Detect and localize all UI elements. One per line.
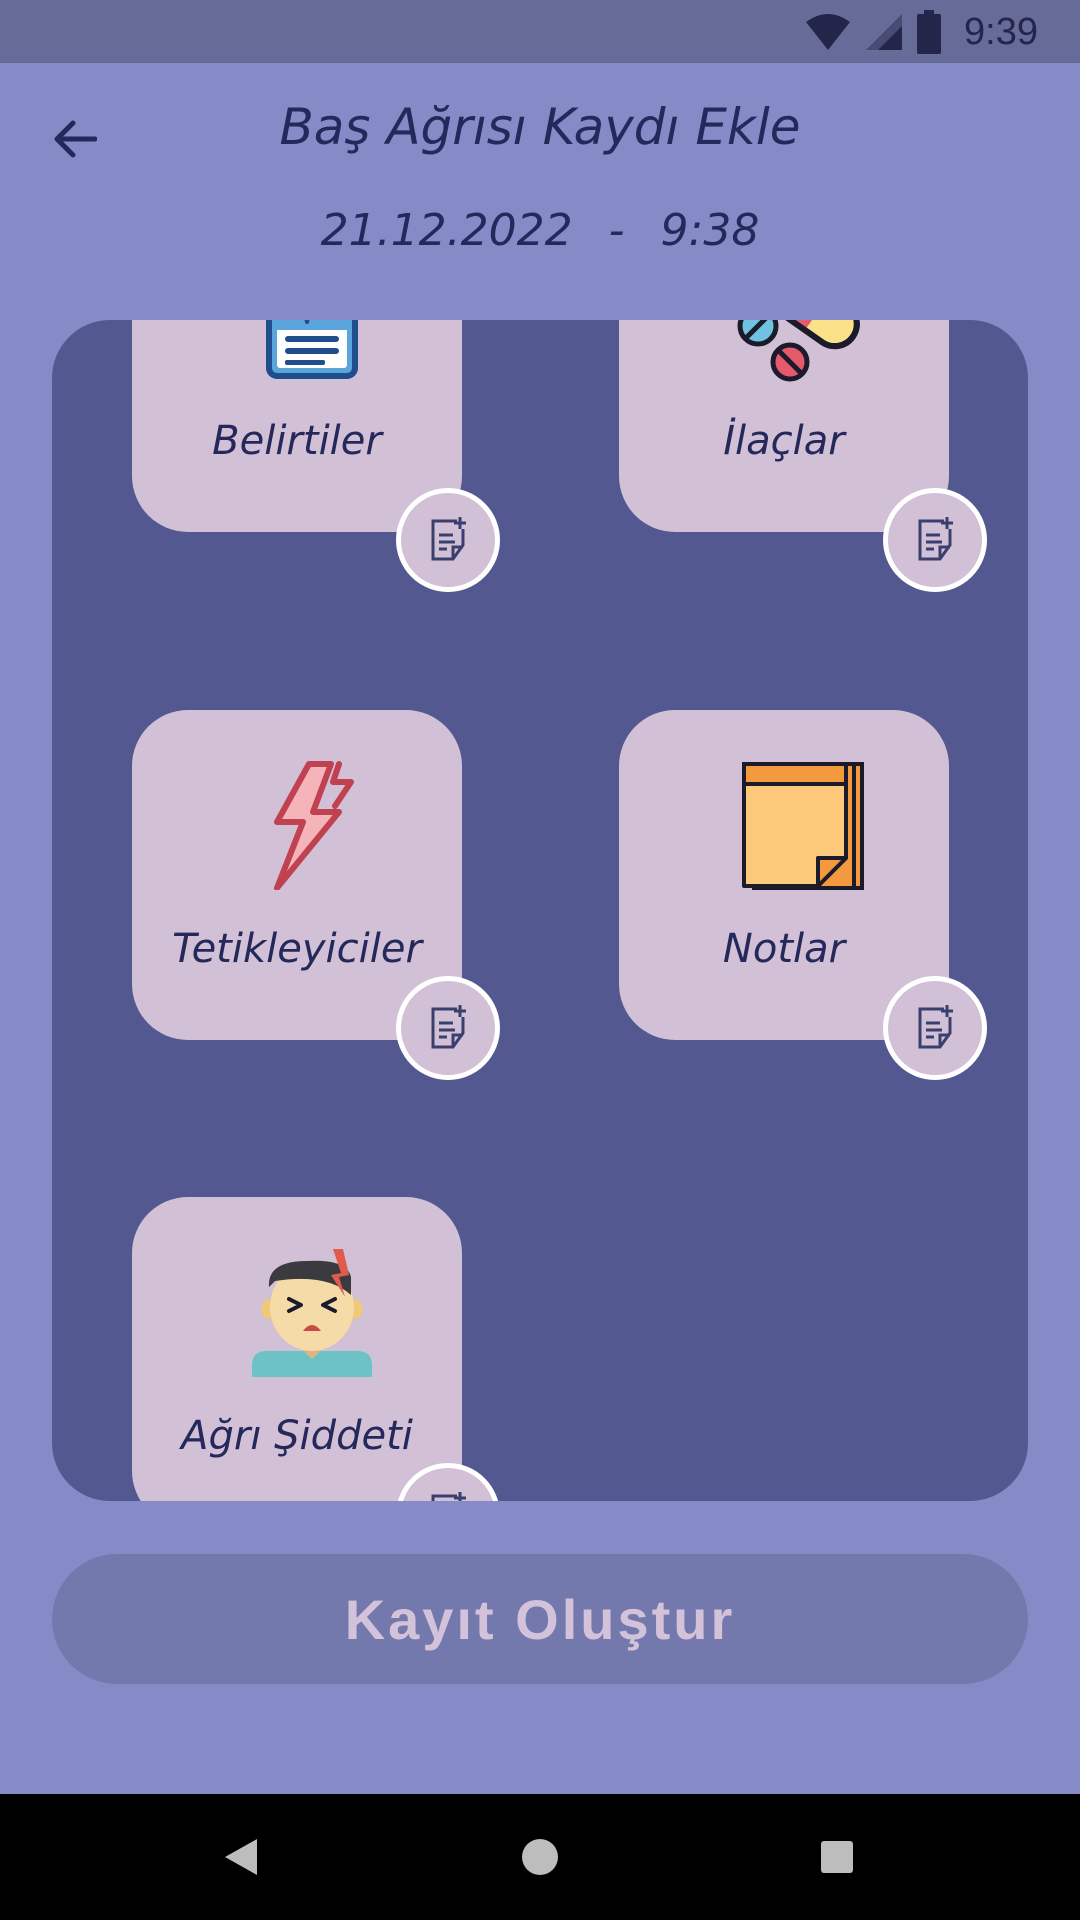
status-time: 9:39: [964, 10, 1038, 53]
signal-icon: [866, 14, 903, 50]
nav-recents-button[interactable]: [802, 1822, 872, 1892]
nav-home-button[interactable]: [505, 1822, 575, 1892]
note-add-icon: [918, 517, 953, 561]
lightning-icon: [274, 761, 354, 890]
symptoms-clipboard-icon: [266, 320, 358, 379]
sticky-note-icon: [742, 762, 864, 890]
add-symptoms-button[interactable]: [396, 488, 500, 592]
card-label: Belirtiler: [212, 418, 382, 464]
triangle-back-icon: [225, 1839, 257, 1875]
card-label: Tetikleyiciler: [172, 926, 422, 972]
add-notes-button[interactable]: [883, 976, 987, 1080]
nav-back-button[interactable]: [206, 1822, 276, 1892]
circle-home-icon: [522, 1839, 558, 1875]
page-title: Baş Ağrısı Kaydı Ekle: [279, 98, 801, 156]
card-label: Notlar: [722, 926, 846, 972]
headache-person-icon: [252, 1249, 372, 1377]
note-add-icon: [431, 517, 466, 561]
card-label: İlaçlar: [723, 418, 845, 464]
pills-icon: [737, 320, 860, 382]
note-add-icon: [431, 1492, 466, 1501]
record-date[interactable]: 21.12.2022: [321, 205, 573, 256]
note-add-icon: [918, 1005, 953, 1049]
square-recents-icon: [821, 1841, 853, 1873]
add-medications-button[interactable]: [883, 488, 987, 592]
note-add-icon: [431, 1005, 466, 1049]
wifi-icon: [806, 14, 851, 50]
battery-icon: [917, 10, 942, 54]
add-triggers-button[interactable]: [396, 976, 500, 1080]
category-panel[interactable]: Belirtiler İlaçlar Tetikleyiciler Notlar…: [52, 320, 1028, 1501]
status-bar: 9:39: [0, 0, 1080, 63]
card-label: Ağrı Şiddeti: [181, 1413, 413, 1459]
card-pain-intensity[interactable]: Ağrı Şiddeti: [132, 1197, 462, 1501]
record-datetime: 21.12.2022-9:38: [0, 205, 1080, 256]
navigation-bar: [0, 1794, 1080, 1920]
create-record-button[interactable]: Kayıt Oluştur: [52, 1554, 1028, 1684]
status-icons: 9:39: [804, 8, 1038, 56]
record-time[interactable]: 9:38: [661, 205, 760, 256]
datetime-separator: -: [608, 205, 625, 256]
